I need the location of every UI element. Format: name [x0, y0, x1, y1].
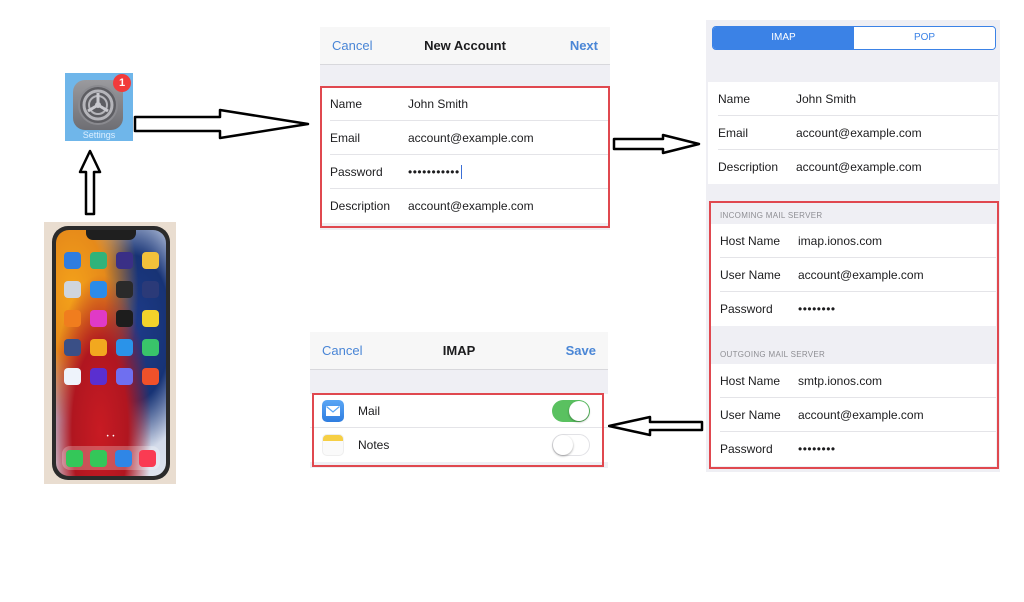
settings-app-label: Settings: [82, 130, 116, 140]
protocol-segmented-control[interactable]: IMAP POP: [712, 26, 996, 50]
app-icon[interactable]: [116, 281, 133, 298]
arrow-up-icon: [78, 149, 102, 216]
description-field[interactable]: Description account@example.com: [718, 150, 998, 184]
app-icon[interactable]: [142, 252, 159, 269]
app-icon[interactable]: [90, 310, 107, 327]
app-icon[interactable]: [116, 252, 133, 269]
cancel-button[interactable]: Cancel: [322, 343, 362, 358]
app-icon[interactable]: [64, 310, 81, 327]
app-icon[interactable]: [90, 368, 107, 385]
app-icon[interactable]: [116, 339, 133, 356]
arrow-right-icon: [133, 108, 310, 140]
next-button[interactable]: Next: [570, 38, 598, 53]
name-field[interactable]: Name John Smith: [718, 82, 998, 116]
dock-app-icon[interactable]: [114, 449, 132, 467]
app-grid: [64, 252, 160, 385]
field-value[interactable]: account@example.com: [796, 160, 922, 174]
settings-app-icon[interactable]: 1 Settings: [65, 73, 133, 141]
field-value[interactable]: account@example.com: [796, 126, 922, 140]
app-icon[interactable]: [90, 339, 107, 356]
app-icon[interactable]: [90, 252, 107, 269]
app-icon[interactable]: [64, 368, 81, 385]
phone-notch: [86, 230, 136, 240]
notification-badge: 1: [113, 74, 131, 92]
app-icon[interactable]: [142, 310, 159, 327]
navigation-bar: Cancel IMAP Save: [310, 332, 608, 370]
field-label: Name: [718, 91, 751, 106]
phone-dock: [62, 446, 160, 470]
app-icon[interactable]: [142, 281, 159, 298]
dock-app-icon[interactable]: [139, 449, 157, 467]
app-icon[interactable]: [90, 281, 107, 298]
highlight-box: [320, 86, 610, 228]
page-dots: • •: [106, 434, 116, 440]
iphone-home-screen: • •: [44, 222, 176, 484]
segment-pop[interactable]: POP: [854, 27, 995, 49]
app-icon[interactable]: [116, 310, 133, 327]
field-value[interactable]: John Smith: [796, 92, 856, 106]
field-label: Email: [718, 125, 749, 140]
cancel-button[interactable]: Cancel: [332, 38, 372, 53]
dock-app-icon[interactable]: [90, 449, 108, 467]
app-icon[interactable]: [142, 368, 159, 385]
app-icon[interactable]: [64, 281, 81, 298]
segment-imap[interactable]: IMAP: [713, 27, 854, 49]
dock-app-icon[interactable]: [65, 449, 83, 467]
highlight-box: [312, 393, 604, 467]
navigation-bar: Cancel New Account Next: [320, 27, 610, 65]
app-icon[interactable]: [64, 252, 81, 269]
arrow-right-icon: [612, 133, 701, 155]
arrow-left-icon: [607, 415, 704, 437]
app-icon[interactable]: [116, 368, 133, 385]
field-label: Description: [718, 160, 779, 174]
app-icon[interactable]: [64, 339, 81, 356]
save-button[interactable]: Save: [566, 343, 596, 358]
phone-frame: • •: [52, 226, 170, 480]
account-info-section: Name John Smith Email account@example.com …: [708, 82, 998, 184]
email-field[interactable]: Email account@example.com: [718, 116, 998, 150]
phone-screen: • •: [56, 230, 166, 476]
highlight-box: [709, 201, 999, 469]
app-icon[interactable]: [142, 339, 159, 356]
